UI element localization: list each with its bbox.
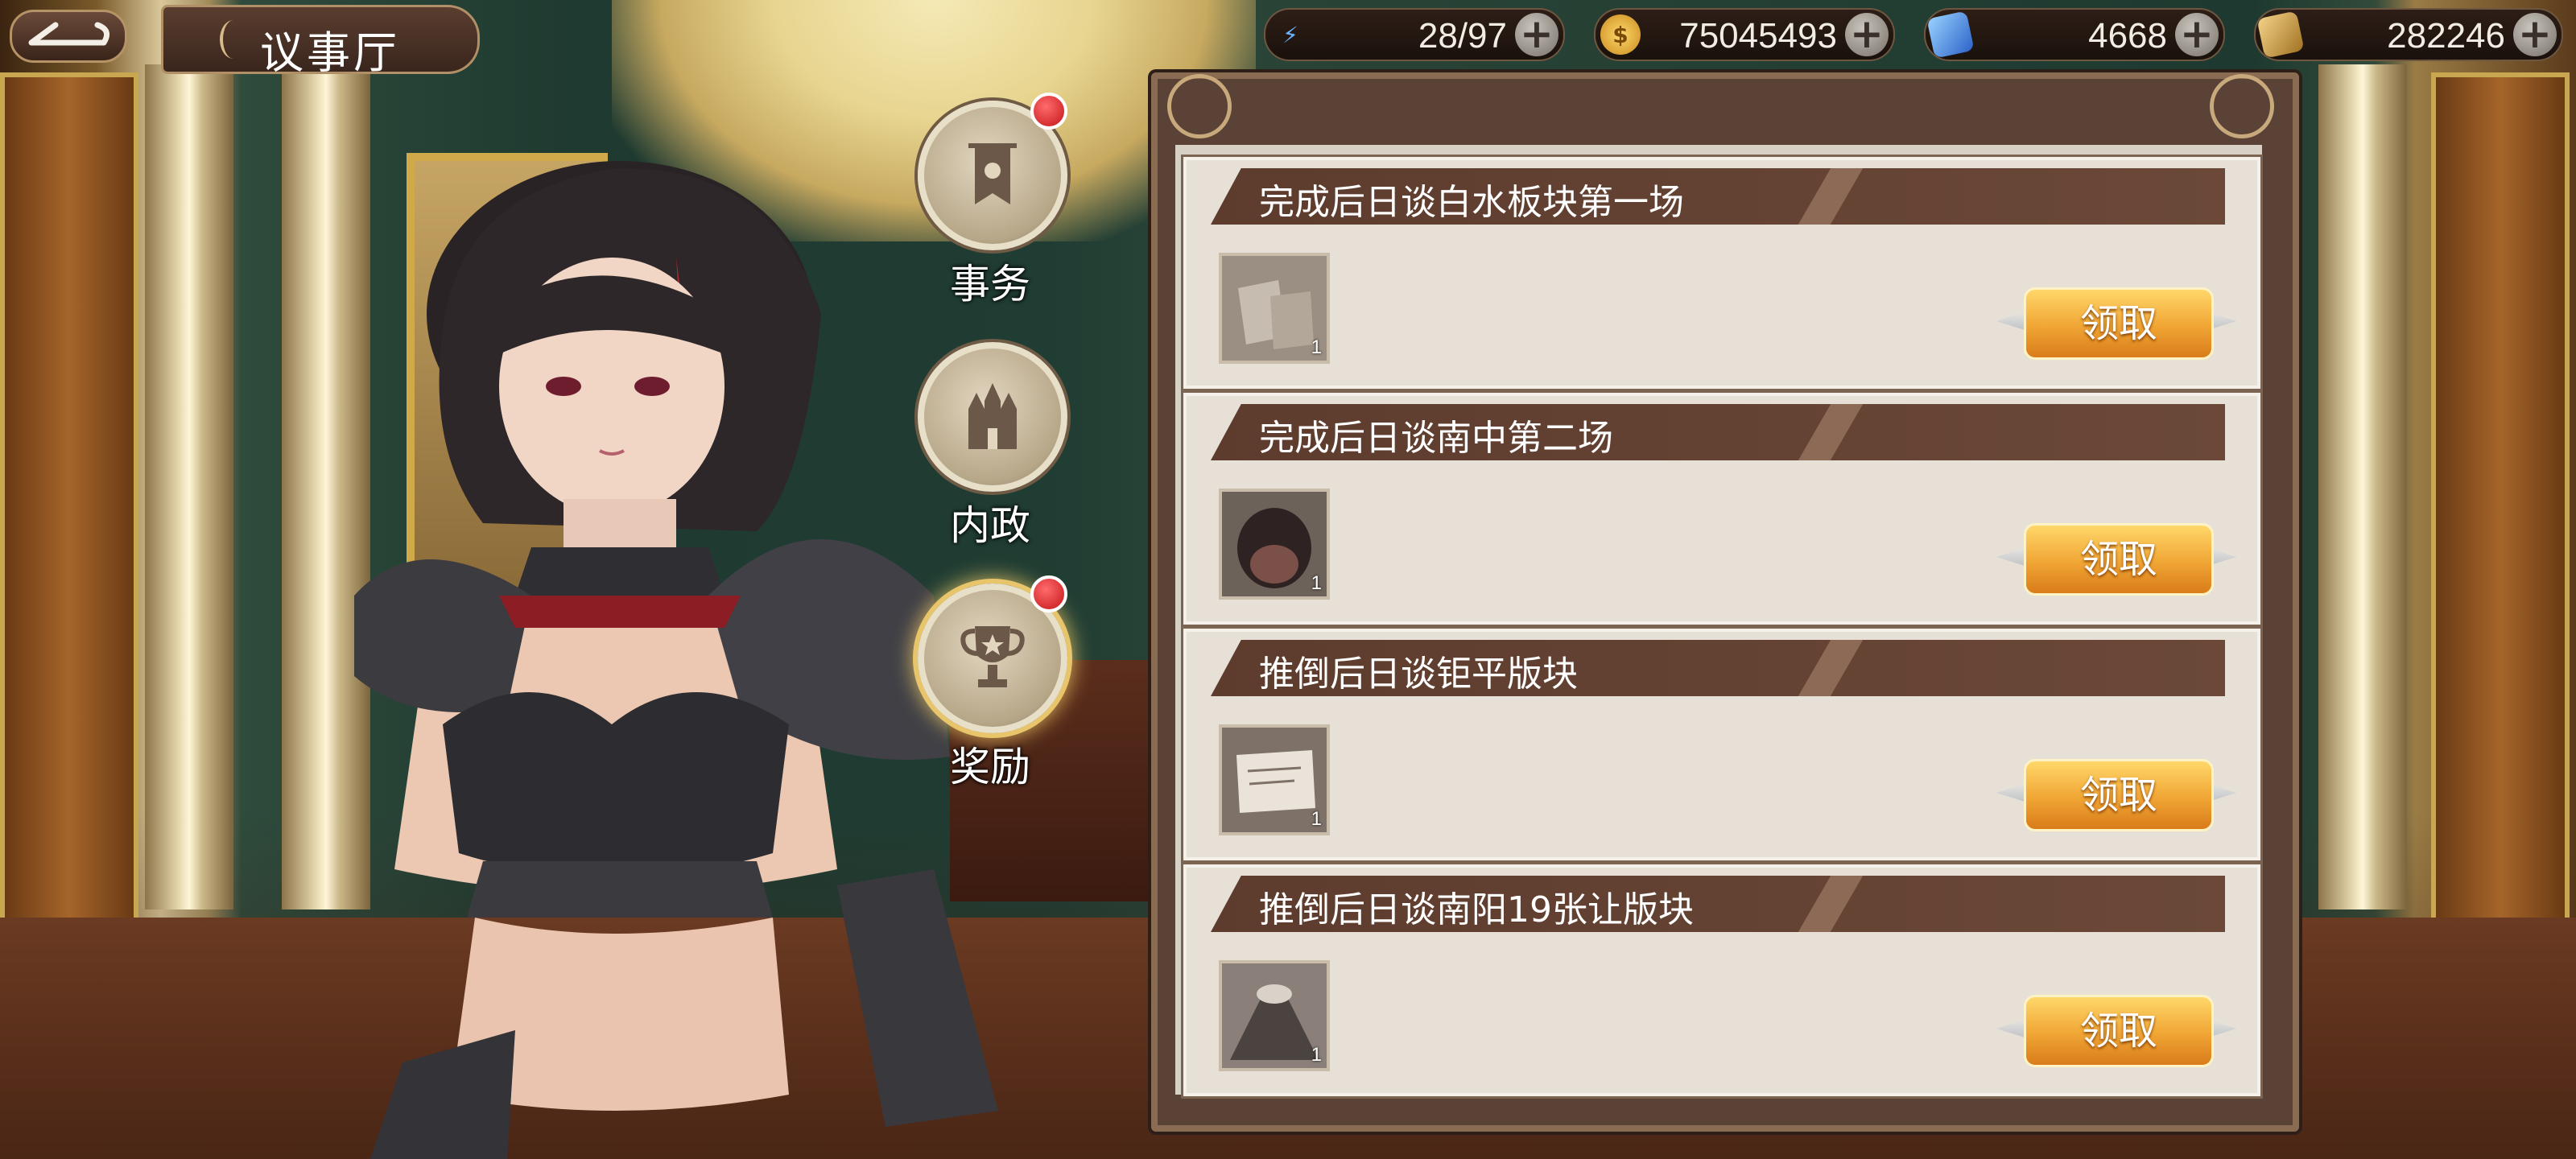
castle-icon [968,383,1017,449]
reward-count: 1 [1311,808,1322,830]
panel-corner-ornament [1167,74,1232,138]
claim-button-label: 领取 [2024,759,2214,831]
resource-stamina: ⚡ 28/97 + [1264,8,1565,61]
right-door [2431,72,2570,1048]
back-button[interactable] [10,10,127,63]
reward-count: 1 [1311,572,1322,594]
notification-dot [1030,93,1067,130]
reward-item[interactable]: 1 [1219,489,1330,600]
left-door [0,72,138,1048]
claim-button-label: 领取 [2024,523,2214,596]
domestic-circle [918,342,1067,492]
tab-affairs-label: 事务 [950,261,1030,307]
task-item: 推倒后日谈南阳19张让版块 1 领取 [1183,864,2260,1096]
left-pillar [145,64,233,909]
claim-button-label: 领取 [2024,287,2214,360]
claim-button-label: 领取 [2024,995,2214,1067]
trophy-icon [960,626,1025,687]
resource-gold: $ 75045493 + [1594,8,1895,61]
panel-corner-ornament [2210,74,2274,138]
task-item: 推倒后日谈钜平版块 1 领取 [1183,629,2260,860]
tab-rewards-label: 奖励 [950,744,1030,790]
task-name: 完成后日谈白水板块第一场 [1259,182,1684,223]
add-token-button[interactable]: + [2513,13,2557,56]
reward-item[interactable]: 1 [1219,724,1330,835]
lightning-icon: ⚡ [1282,21,1298,48]
reward-item[interactable]: 1 [1219,960,1330,1071]
add-gold-button[interactable]: + [1845,13,1889,56]
claim-button[interactable]: 领取 [1996,281,2236,361]
add-stamina-button[interactable]: + [1515,13,1558,56]
title-plate: 议事厅 [161,5,480,78]
gold-value: 75045493 [1679,16,1837,56]
gold-coin-icon: $ [1600,14,1641,55]
title-ornament [220,20,247,59]
back-arrow-icon [28,22,110,46]
add-gem-button[interactable]: + [2175,13,2219,56]
claim-button[interactable]: 领取 [1996,753,2236,833]
task-name: 完成后日谈南中第二场 [1259,418,1613,459]
gem-value: 4668 [2088,16,2167,56]
resource-gem: 4668 + [1924,8,2225,61]
task-name: 推倒后日谈南阳19张让版块 [1259,889,1694,930]
resource-token: 282246 + [2254,8,2563,61]
claim-button[interactable]: 领取 [1996,517,2236,597]
blue-crystal-icon [1926,10,1975,59]
page-title: 议事厅 [260,27,400,78]
right-pillar [2318,64,2407,909]
banner-icon [968,143,1017,204]
notification-dot [1030,575,1067,612]
reward-count: 1 [1311,1044,1322,1066]
token-value: 282246 [2387,16,2505,56]
stamina-value: 28/97 [1418,16,1507,56]
tab-domestic-label: 内政 [950,502,1030,549]
task-item: 完成后日谈白水板块第一场 1 领取 [1183,157,2260,389]
reward-item[interactable]: 1 [1219,253,1330,364]
claim-button[interactable]: 领取 [1996,988,2236,1069]
reward-count: 1 [1311,336,1322,358]
task-name: 推倒后日谈钜平版块 [1259,654,1578,695]
task-item: 完成后日谈南中第二场 1 领取 [1183,393,2260,625]
gold-token-icon [2256,10,2305,59]
